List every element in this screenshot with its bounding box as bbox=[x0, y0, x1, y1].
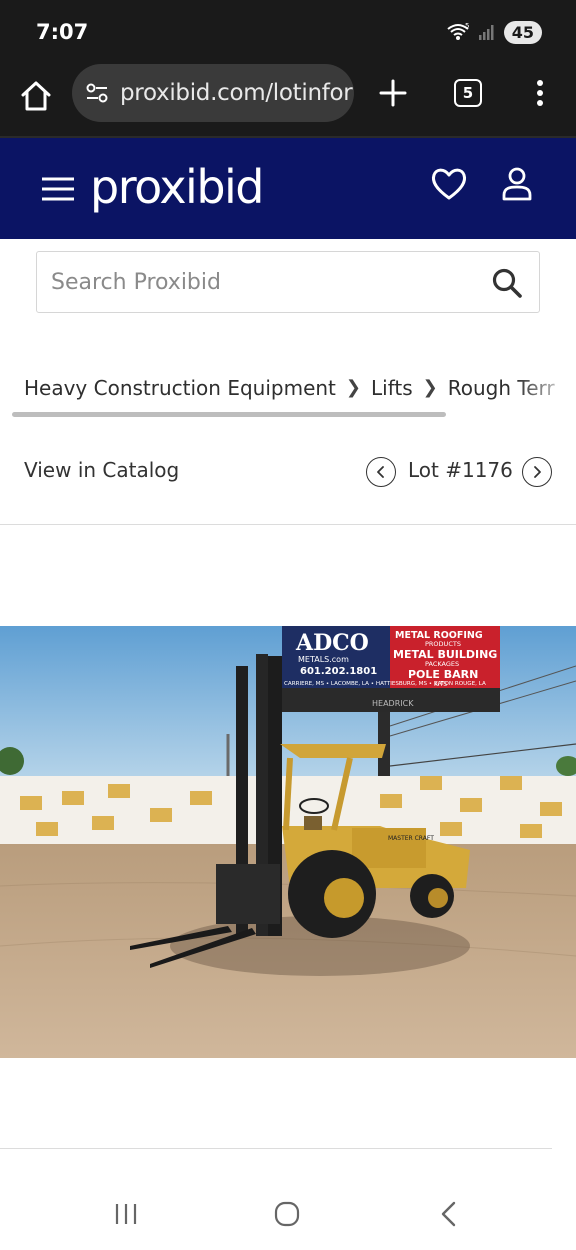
chevron-left-icon bbox=[377, 466, 384, 478]
status-bar: 7:07 5 45 bbox=[0, 0, 576, 64]
url-text[interactable]: proxibid.com/lotinfor bbox=[120, 80, 353, 106]
divider bbox=[0, 524, 576, 525]
billboard-line2: PRODUCTS bbox=[425, 640, 461, 648]
recent-apps-icon[interactable] bbox=[114, 1202, 138, 1226]
status-icons: 5 45 bbox=[446, 18, 542, 46]
tab-switcher-icon[interactable]: 5 bbox=[454, 79, 482, 107]
proxibid-logo[interactable]: proxibid bbox=[90, 160, 265, 214]
search-input[interactable] bbox=[51, 252, 471, 312]
forklift-photo-illustration: ADCO METALS.com 601.202.1801 CARRIERE, M… bbox=[0, 626, 576, 1058]
battery-icon: 45 bbox=[503, 20, 542, 44]
billboard-line5: POLE BARN bbox=[408, 668, 478, 681]
billboard-brand: ADCO bbox=[295, 630, 369, 656]
home-circle-icon[interactable] bbox=[274, 1201, 300, 1227]
next-lot-button[interactable] bbox=[522, 457, 552, 487]
new-tab-icon[interactable] bbox=[378, 78, 408, 108]
breadcrumb: Heavy Construction Equipment ❯ Lifts ❯ Rough… bbox=[24, 374, 576, 408]
chevron-right-icon bbox=[534, 466, 541, 478]
back-icon[interactable] bbox=[438, 1200, 460, 1228]
billboard-line6: KITS bbox=[434, 681, 447, 688]
divider bbox=[0, 1148, 552, 1149]
previous-lot-button[interactable] bbox=[366, 457, 396, 487]
system-navigation-bar bbox=[0, 1180, 576, 1250]
more-menu-icon[interactable] bbox=[528, 78, 552, 108]
lot-number: Lot #1176 bbox=[408, 458, 513, 482]
wifi-icon: 5 bbox=[447, 22, 469, 40]
breadcrumb-fade bbox=[516, 374, 576, 408]
catalog-nav-row: View in Catalog Lot #1176 bbox=[0, 446, 576, 498]
user-icon[interactable] bbox=[502, 166, 532, 202]
site-settings-icon[interactable] bbox=[84, 80, 110, 106]
billboard-brand-sub: METALS.com bbox=[298, 655, 349, 664]
heart-icon[interactable] bbox=[430, 166, 468, 202]
svg-text:5: 5 bbox=[465, 22, 469, 30]
search-box bbox=[36, 251, 540, 313]
billboard-cities: CARRIERE, MS • LACOMBE, LA • HATTIESBURG… bbox=[284, 681, 486, 687]
billboard-phone: 601.202.1801 bbox=[300, 666, 377, 677]
machine-badge: MASTER CRAFT bbox=[388, 835, 434, 842]
address-bar[interactable]: proxibid.com/lotinfor bbox=[72, 64, 354, 122]
site-header: proxibid bbox=[0, 136, 576, 239]
breadcrumb-item-heavy-construction-equipment[interactable]: Heavy Construction Equipment bbox=[24, 376, 336, 400]
breadcrumb-item-lifts[interactable]: Lifts bbox=[371, 376, 413, 400]
breadcrumb-scrollbar[interactable] bbox=[12, 412, 446, 417]
home-icon[interactable] bbox=[18, 78, 54, 114]
hamburger-menu-icon[interactable] bbox=[40, 174, 76, 204]
signal-icon bbox=[478, 25, 494, 40]
billboard-line4: PACKAGES bbox=[425, 660, 459, 668]
browser-toolbar: proxibid.com/lotinfor 5 bbox=[0, 64, 576, 136]
view-in-catalog-link[interactable]: View in Catalog bbox=[24, 458, 179, 482]
chevron-right-icon: ❯ bbox=[422, 377, 438, 398]
chevron-right-icon: ❯ bbox=[345, 377, 361, 398]
lot-photo[interactable]: ADCO METALS.com 601.202.1801 CARRIERE, M… bbox=[0, 626, 576, 1058]
status-time: 7:07 bbox=[36, 20, 89, 44]
search-icon[interactable] bbox=[491, 267, 523, 299]
billboard-footer: HEADRICK bbox=[372, 699, 414, 708]
